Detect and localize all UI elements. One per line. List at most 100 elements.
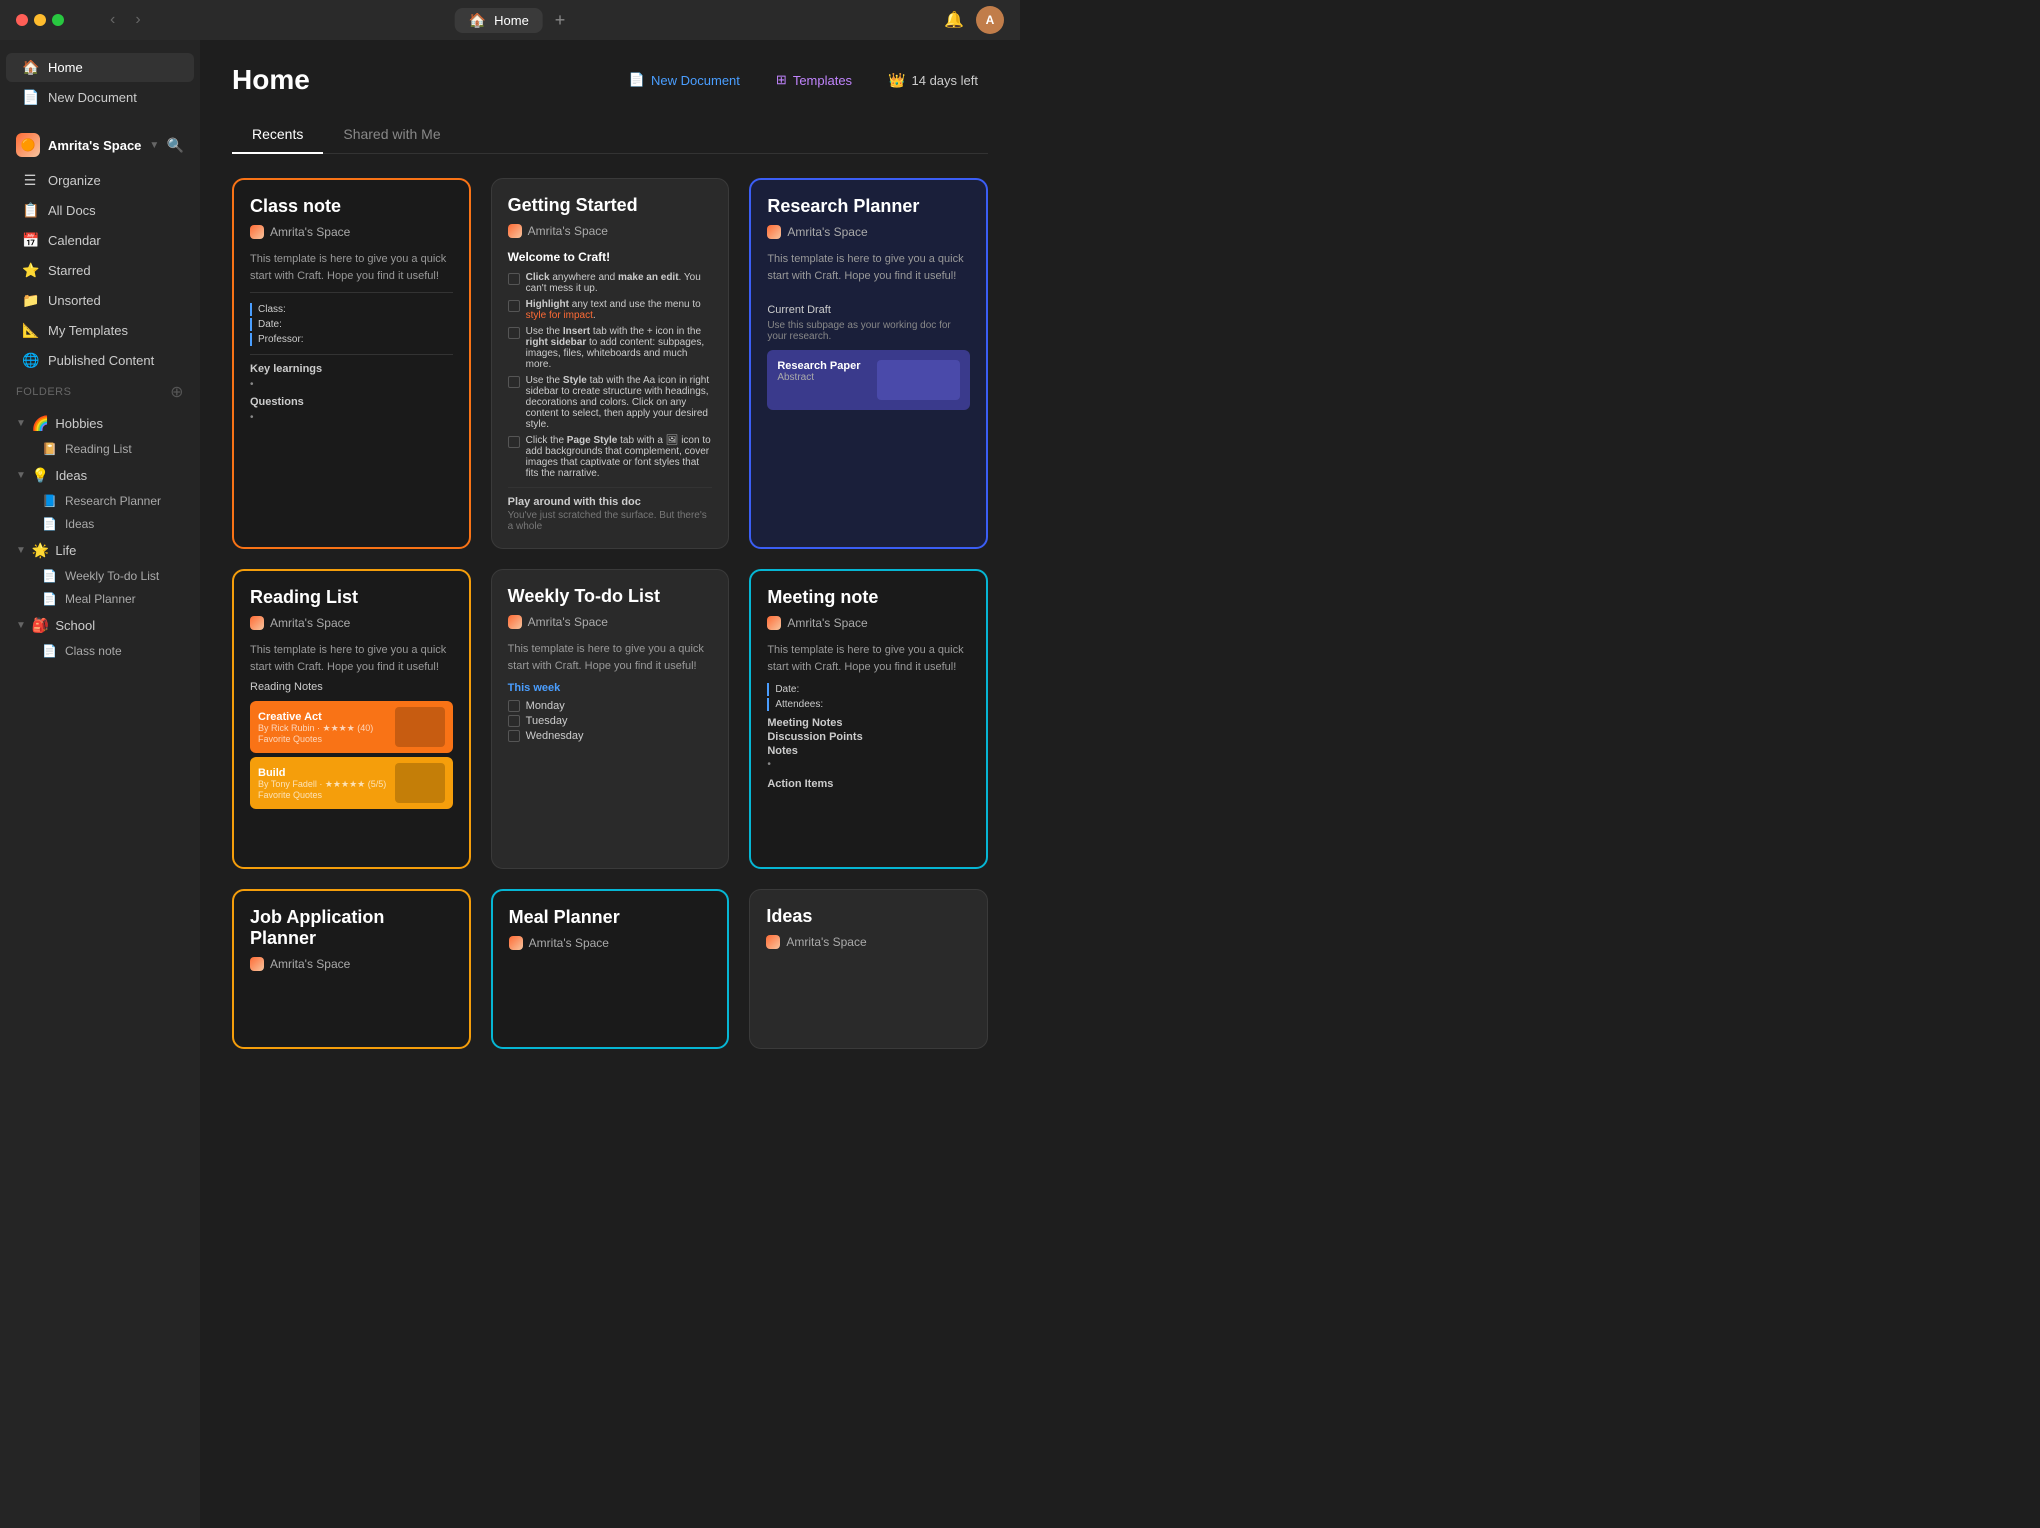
book-thumbnail-2: [395, 763, 445, 803]
space-dot-icon: [250, 225, 264, 239]
card-meal-planner[interactable]: Meal Planner Amrita's Space: [491, 889, 730, 1049]
sidebar-item-unsorted[interactable]: 📁 Unsorted: [6, 286, 194, 315]
field-professor: Professor:: [250, 333, 453, 346]
chevron-down-icon: ▼: [16, 620, 26, 631]
search-icon[interactable]: 🔍: [167, 137, 184, 154]
titlebar-right: 🔔 A: [944, 6, 1004, 34]
back-button[interactable]: ‹: [104, 9, 121, 31]
tab-shared[interactable]: Shared with Me: [323, 116, 460, 154]
maximize-button[interactable]: [52, 14, 64, 26]
reading-item-2-sub: Favorite Quotes: [258, 790, 386, 800]
sidebar-item-new-doc[interactable]: 📄 New Document: [6, 83, 194, 112]
sidebar-item-class-note[interactable]: 📄 Class note: [18, 640, 194, 662]
new-doc-action-label: New Document: [651, 73, 740, 88]
forward-button[interactable]: ›: [129, 9, 146, 31]
folder-hobbies-header[interactable]: ▼ 🌈 Hobbies: [0, 410, 200, 437]
sidebar-item-published-label: Published Content: [48, 353, 154, 368]
add-tab-button[interactable]: +: [555, 10, 566, 31]
avatar[interactable]: A: [976, 6, 1004, 34]
card-job-application-space: Amrita's Space: [250, 957, 453, 971]
home-tab[interactable]: 🏠 Home: [455, 8, 543, 33]
space-dot-icon: [509, 936, 523, 950]
reading-notes-label: Reading Notes: [250, 681, 453, 693]
page-title: Home: [232, 64, 310, 96]
doc-icon: 📄: [42, 517, 57, 531]
titlebar: ‹ › 🏠 Home + 🔔 A: [0, 0, 1020, 40]
gs-text-1: Click anywhere and make an edit. You can…: [526, 272, 713, 294]
close-button[interactable]: [16, 14, 28, 26]
doc-grid: Class note Amrita's Space This template …: [232, 178, 988, 1049]
card-job-application[interactable]: Job Application Planner Amrita's Space: [232, 889, 471, 1049]
wednesday-label: Wednesday: [526, 730, 584, 742]
sidebar-item-ideas-doc[interactable]: 📄 Ideas: [18, 513, 194, 535]
sidebar-item-calendar[interactable]: 📅 Calendar: [6, 226, 194, 255]
sidebar-item-my-templates-label: My Templates: [48, 323, 128, 338]
card-meal-planner-space: Amrita's Space: [509, 936, 712, 950]
space-header[interactable]: 🟠 Amrita's Space ▼ 🔍: [0, 125, 200, 165]
card-meeting-note-body: This template is here to give you a quic…: [767, 642, 970, 675]
reading-item-2-author: By Tony Fadell · ★★★★★ (5/5): [258, 779, 386, 790]
card-reading-list-space: Amrita's Space: [250, 616, 453, 630]
notifications-icon[interactable]: 🔔: [944, 10, 964, 30]
inner-doc-title: Research Paper: [777, 360, 860, 372]
todo-checkbox-wednesday[interactable]: [508, 730, 520, 742]
doc-icon: 📔: [42, 442, 57, 456]
unsorted-icon: 📁: [22, 292, 38, 309]
sidebar-item-organize[interactable]: ☰ Organize: [6, 166, 194, 195]
sidebar-item-meal-planner[interactable]: 📄 Meal Planner: [18, 588, 194, 610]
todo-checkbox-monday[interactable]: [508, 700, 520, 712]
minimize-button[interactable]: [34, 14, 46, 26]
folder-ideas-label: Ideas: [55, 468, 87, 483]
ideas-children: 📘 Research Planner 📄 Ideas: [0, 490, 200, 535]
gs-item-5: Click the Page Style tab with a 🖼 icon t…: [508, 435, 713, 479]
inner-doc-preview: Research Paper Abstract: [767, 350, 970, 410]
sidebar-item-weekly-todo[interactable]: 📄 Weekly To-do List: [18, 565, 194, 587]
todo-checkbox-tuesday[interactable]: [508, 715, 520, 727]
hobbies-children: 📔 Reading List: [0, 438, 200, 460]
sidebar-item-all-docs[interactable]: 📋 All Docs: [6, 196, 194, 225]
templates-button[interactable]: ⊞ Templates: [766, 66, 862, 94]
book-thumbnail-1: [395, 707, 445, 747]
space-dot-icon: [767, 225, 781, 239]
star-icon: ⭐: [22, 262, 38, 279]
card-research-planner[interactable]: Research Planner Amrita's Space This tem…: [749, 178, 988, 549]
action-items-section: Action Items: [767, 778, 970, 790]
sidebar-item-reading-list[interactable]: 📔 Reading List: [18, 438, 194, 460]
calendar-icon: 📅: [22, 232, 38, 249]
new-document-button[interactable]: 📄 New Document: [619, 66, 750, 94]
trial-button[interactable]: 👑 14 days left: [878, 66, 988, 95]
sidebar-item-research-planner[interactable]: 📘 Research Planner: [18, 490, 194, 512]
gs-item-1: Click anywhere and make an edit. You can…: [508, 272, 713, 294]
nav-arrows: ‹ ›: [104, 9, 147, 31]
folder-life-header[interactable]: ▼ 🌟 Life: [0, 537, 200, 564]
add-folder-icon[interactable]: ⊕: [170, 382, 184, 402]
sidebar-item-home[interactable]: 🏠 Home: [6, 53, 194, 82]
header-actions: 📄 New Document ⊞ Templates 👑 14 days lef…: [619, 66, 988, 95]
sidebar-item-calendar-label: Calendar: [48, 233, 101, 248]
sidebar-item-starred[interactable]: ⭐ Starred: [6, 256, 194, 285]
card-meeting-note[interactable]: Meeting note Amrita's Space This templat…: [749, 569, 988, 869]
content-header: Home 📄 New Document ⊞ Templates 👑 14 day…: [232, 64, 988, 96]
tab-recents[interactable]: Recents: [232, 116, 323, 154]
card-class-note[interactable]: Class note Amrita's Space This template …: [232, 178, 471, 549]
sidebar-item-unsorted-label: Unsorted: [48, 293, 101, 308]
reading-item-1-title: Creative Act: [258, 711, 373, 723]
card-ideas[interactable]: Ideas Amrita's Space: [749, 889, 988, 1049]
space-dot-icon: [766, 935, 780, 949]
card-reading-list-title: Reading List: [250, 587, 453, 608]
card-reading-list-body: This template is here to give you a quic…: [250, 642, 453, 675]
folders-section-header: Folders ⊕: [0, 376, 200, 408]
card-reading-list[interactable]: Reading List Amrita's Space This templat…: [232, 569, 471, 869]
folder-ideas-header[interactable]: ▼ 💡 Ideas: [0, 462, 200, 489]
card-getting-started[interactable]: Getting Started Amrita's Space Welcome t…: [491, 178, 730, 549]
card-weekly-todo[interactable]: Weekly To-do List Amrita's Space This te…: [491, 569, 730, 869]
gs-checkbox-2: [508, 300, 520, 312]
card-class-note-body: This template is here to give you a quic…: [250, 251, 453, 284]
sidebar-item-my-templates[interactable]: 📐 My Templates: [6, 316, 194, 345]
sidebar-item-published[interactable]: 🌐 Published Content: [6, 346, 194, 375]
folder-school-header[interactable]: ▼ 🎒 School: [0, 612, 200, 639]
reading-list-preview: Creative Act By Rick Rubin · ★★★★ (40) F…: [250, 701, 453, 809]
current-draft-sublabel: Use this subpage as your working doc for…: [767, 320, 970, 342]
meeting-notes-title: Meeting Notes: [767, 717, 970, 729]
class-note-preview: Class: Date: Professor: Key learnings • …: [250, 303, 453, 423]
